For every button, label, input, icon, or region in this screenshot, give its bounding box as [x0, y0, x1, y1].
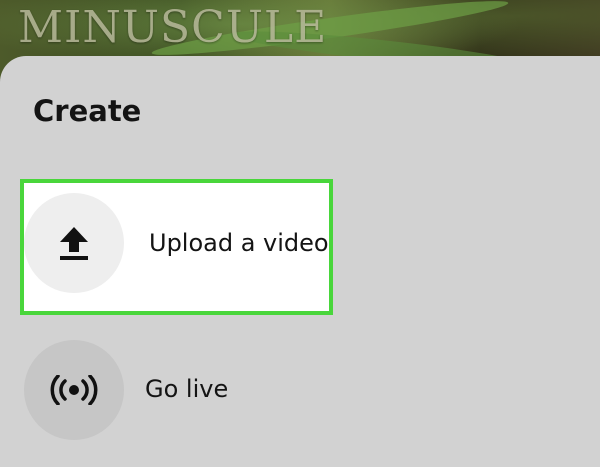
go-live-option[interactable]: Go live	[20, 339, 333, 467]
channel-logo: MINUSCULE	[18, 2, 328, 53]
sheet-title: Create	[33, 94, 142, 128]
screen: MINUSCULE Create Upload a video Go live	[0, 0, 600, 467]
live-icon-circle	[24, 340, 124, 440]
upload-icon	[60, 227, 88, 260]
create-bottom-sheet: Create Upload a video Go live	[0, 56, 600, 467]
upload-video-option[interactable]: Upload a video	[20, 179, 333, 315]
live-broadcast-icon	[50, 375, 98, 405]
upload-icon-circle	[24, 193, 124, 293]
go-live-label: Go live	[145, 375, 229, 403]
upload-video-label: Upload a video	[149, 229, 329, 257]
